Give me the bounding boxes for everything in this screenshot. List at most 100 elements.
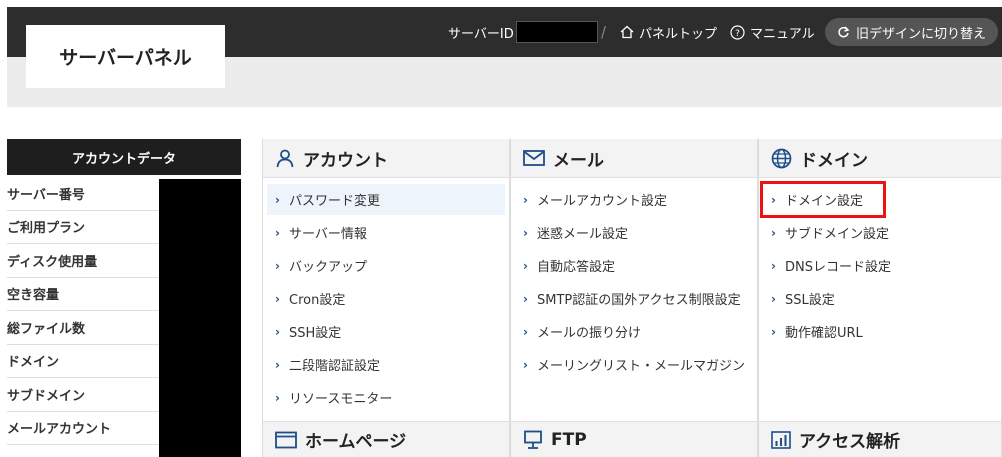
old-design-button[interactable]: 旧デザインに切り替え (825, 18, 999, 46)
menu-item-smtp-restriction[interactable]: › SMTP認証の国外アクセス制限設定 (515, 283, 753, 314)
menu-item-two-factor[interactable]: › 二段階認証設定 (267, 349, 505, 380)
homepage-section-title: ホームページ (305, 432, 407, 452)
homepage-section-header: ホームページ (263, 421, 509, 457)
menu-item-label: バックアップ (289, 260, 368, 275)
monitor-icon (524, 430, 542, 449)
browser-window-icon (275, 431, 297, 448)
chevron-right-icon: › (275, 192, 280, 207)
menu-item-label: SMTP認証の国外アクセス制限設定 (537, 293, 741, 308)
chevron-right-icon: › (275, 357, 280, 372)
nav-separator: / (601, 23, 607, 41)
menu-item-spam[interactable]: › 迷惑メール設定 (515, 217, 753, 248)
user-icon (276, 149, 294, 168)
chevron-right-icon: › (523, 324, 528, 339)
menu-item-label: SSH設定 (289, 326, 342, 341)
menu-item-ssh[interactable]: › SSH設定 (267, 316, 505, 347)
chevron-right-icon: › (771, 258, 776, 273)
menu-item-label: Cron設定 (289, 293, 346, 308)
menu-item-dns-record[interactable]: › DNSレコード設定 (763, 250, 997, 281)
chevron-right-icon: › (275, 225, 280, 240)
panel-logo[interactable]: サーバーパネル (26, 25, 225, 88)
row-label: ドメイン (7, 355, 60, 371)
menu-item-label: 動作確認URL (785, 326, 863, 341)
row-label: ディスク使用量 (7, 254, 98, 270)
account-data-values-redacted (159, 179, 241, 457)
menu-item-label: リソースモニター (289, 392, 393, 407)
menu-item-ssl[interactable]: › SSL設定 (763, 283, 997, 314)
menu-item-mail-account[interactable]: › メールアカウント設定 (515, 184, 753, 215)
menu-item-domain-settings[interactable]: › ドメイン設定 (760, 181, 886, 218)
menu-grid: アカウント › パスワード変更 › サーバー情報 › バックアップ › Cron設定 ›… (262, 139, 1002, 457)
menu-item-mailing-list[interactable]: › メーリングリスト・メールマガジン (515, 349, 753, 380)
row-label: 空き容量 (7, 288, 60, 304)
ftp-section-header: FTP (511, 421, 757, 457)
envelope-icon (523, 150, 545, 166)
mail-menu: › メールアカウント設定 › 迷惑メール設定 › 自動応答設定 › SMTP認証の国外ア… (511, 178, 757, 380)
domain-section-title: ドメイン (800, 150, 868, 171)
row-label: メールアカウント (7, 422, 112, 438)
account-section-title: アカウント (303, 150, 388, 171)
row-label: サブドメイン (7, 388, 86, 404)
svg-text:?: ? (735, 29, 740, 39)
chevron-right-icon: › (275, 324, 280, 339)
account-data-heading: アカウントデータ (7, 139, 241, 175)
menu-item-auto-reply[interactable]: › 自動応答設定 (515, 250, 753, 281)
refresh-icon (838, 25, 850, 37)
analytics-section-header: アクセス解析 (759, 421, 1001, 457)
chevron-right-icon: › (771, 225, 776, 240)
globe-icon (771, 148, 792, 168)
chevron-right-icon: › (523, 225, 528, 240)
chevron-right-icon: › (771, 291, 776, 306)
row-label: ご利用プラン (7, 221, 86, 237)
menu-item-password-change[interactable]: › パスワード変更 (267, 184, 505, 215)
menu-item-label: サーバー情報 (289, 227, 367, 242)
bar-chart-icon (771, 430, 791, 449)
menu-item-cron[interactable]: › Cron設定 (267, 283, 505, 314)
chevron-right-icon: › (275, 291, 280, 306)
domain-menu: › ドメイン設定 › サブドメイン設定 › DNSレコード設定 › SSL設定 › 動作確… (759, 178, 1001, 347)
server-id-value-redacted (515, 21, 598, 43)
menu-item-label: メールアカウント設定 (537, 194, 668, 209)
domain-section-header: ドメイン (759, 139, 1001, 178)
menu-item-backup[interactable]: › バックアップ (267, 250, 505, 281)
menu-item-mail-filter[interactable]: › メールの振り分け (515, 316, 753, 347)
help-circle-icon: ? (730, 24, 745, 40)
home-icon (620, 25, 634, 39)
domain-section: ドメイン › ドメイン設定 › サブドメイン設定 › DNSレコード設定 › SSL設定… (758, 139, 1002, 457)
row-label: 総ファイル数 (7, 321, 86, 337)
menu-item-subdomain[interactable]: › サブドメイン設定 (763, 217, 997, 248)
menu-item-resource-monitor[interactable]: › リソースモニター (267, 382, 505, 413)
chevron-right-icon: › (523, 357, 528, 372)
menu-item-label: 二段階認証設定 (289, 359, 381, 374)
mail-section: メール › メールアカウント設定 › 迷惑メール設定 › 自動応答設定 › SMTP認証… (510, 139, 758, 457)
panel-top-link[interactable]: パネルトップ (620, 7, 717, 57)
account-section-header: アカウント (263, 139, 509, 178)
mail-section-header: メール (511, 139, 757, 178)
chevron-right-icon: › (771, 192, 776, 207)
chevron-right-icon: › (275, 258, 280, 273)
menu-item-label: 自動応答設定 (537, 260, 616, 275)
account-menu: › パスワード変更 › サーバー情報 › バックアップ › Cron設定 › SSH設定 … (263, 178, 509, 413)
manual-link[interactable]: ? マニュアル (730, 7, 815, 57)
menu-item-label: ドメイン設定 (785, 194, 864, 209)
menu-item-label: SSL設定 (785, 293, 835, 308)
manual-label: マニュアル (750, 26, 815, 42)
chevron-right-icon: › (523, 291, 528, 306)
ftp-section-title: FTP (551, 429, 587, 450)
chevron-right-icon: › (523, 192, 528, 207)
chevron-right-icon: › (771, 324, 776, 339)
panel-top-label: パネルトップ (639, 26, 718, 42)
menu-item-server-info[interactable]: › サーバー情報 (267, 217, 505, 248)
chevron-right-icon: › (275, 390, 280, 405)
menu-item-label: DNSレコード設定 (785, 260, 891, 275)
menu-item-test-url[interactable]: › 動作確認URL (763, 316, 997, 347)
chevron-right-icon: › (523, 258, 528, 273)
menu-item-label: サブドメイン設定 (785, 227, 890, 242)
row-label: サーバー番号 (7, 187, 85, 203)
menu-item-label: メールの振り分け (537, 326, 642, 341)
analytics-section-title: アクセス解析 (799, 432, 901, 452)
menu-item-label: パスワード変更 (289, 194, 381, 209)
mail-section-title: メール (553, 150, 604, 171)
old-design-label: 旧デザインに切り替え (856, 26, 987, 42)
server-id-label: サーバーID (448, 26, 514, 42)
